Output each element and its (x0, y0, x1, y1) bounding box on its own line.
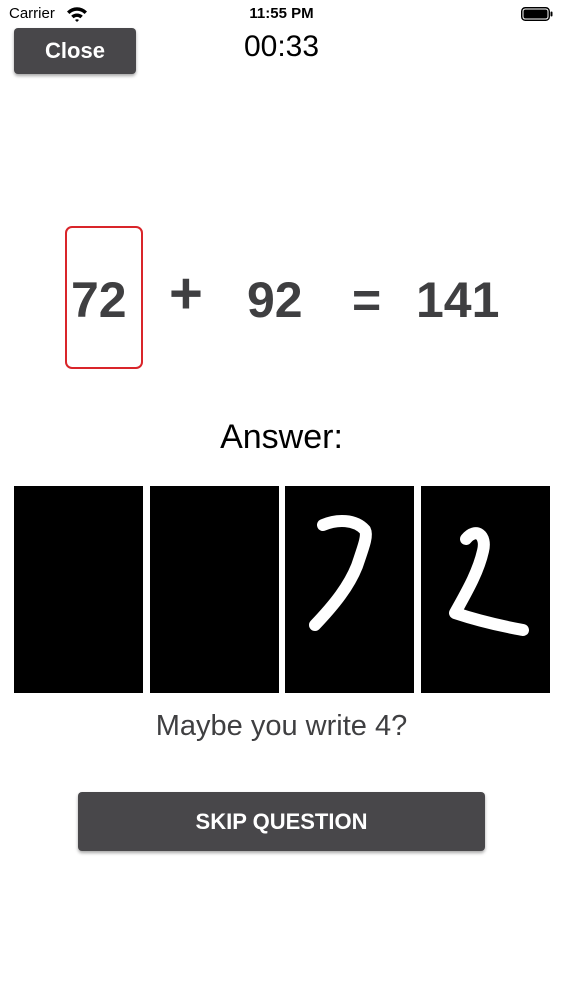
skip-question-button[interactable]: SKIP QUESTION (78, 792, 485, 851)
digit-canvas-2[interactable] (150, 486, 279, 693)
digit-canvas-3[interactable] (285, 486, 414, 693)
digit-canvas-4[interactable] (421, 486, 550, 693)
equation: 72 + 92 = 141 (0, 226, 563, 372)
equals-sign: = (352, 272, 382, 328)
timer-display: 00:33 (243, 30, 320, 63)
status-bar: Carrier 11:55 PM (0, 0, 563, 30)
digit-canvas-1[interactable] (14, 486, 143, 693)
status-time: 11:55 PM (249, 5, 314, 22)
battery-icon (521, 7, 553, 21)
answer-label: Answer: (220, 418, 343, 456)
operand-1: 72 (71, 272, 127, 328)
operand-2: 92 (247, 272, 303, 328)
result-value: 141 (416, 272, 500, 328)
recognition-hint: Maybe you write 4? (155, 710, 408, 742)
plus-operator: + (169, 261, 203, 326)
handwritten-digit-two (449, 527, 529, 636)
handwritten-digit-seven (309, 515, 372, 631)
